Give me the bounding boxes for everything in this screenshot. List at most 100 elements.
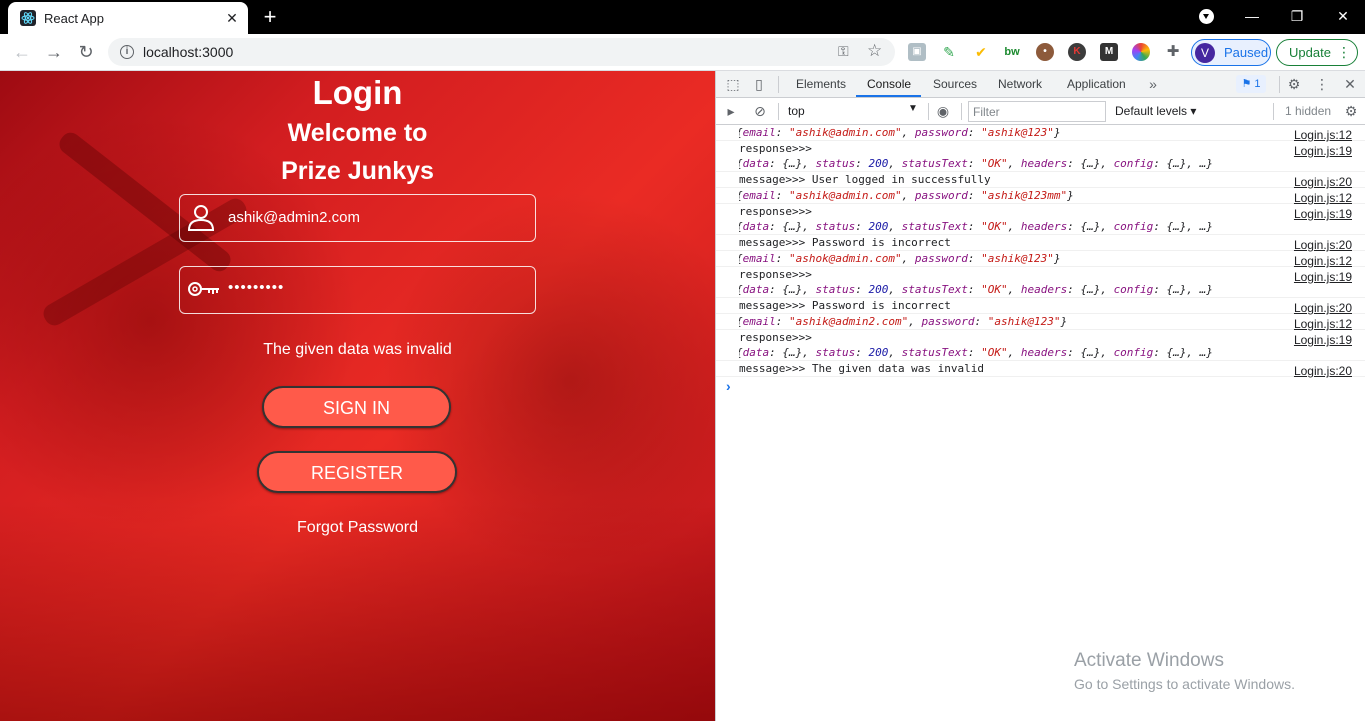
address-bar[interactable]: i localhost:3000 ⚿ ☆: [108, 38, 895, 66]
extensions-puzzle-icon[interactable]: ✚: [1164, 43, 1182, 61]
log-label: response>>>: [739, 205, 812, 218]
log-token: "OK": [981, 283, 1008, 296]
console-log-entry[interactable]: message>>> User logged in successfully Lo…: [716, 172, 1365, 189]
console-log-entry[interactable]: message>>> The given data was invalid Log…: [716, 361, 1365, 378]
log-source-link[interactable]: Login.js:20: [1294, 301, 1352, 315]
log-object-preview[interactable]: {data: {…}, status: 200, statusText: "OK…: [739, 282, 1259, 297]
email-value[interactable]: ashik@admin2.com: [228, 209, 360, 226]
log-token: password: [914, 126, 968, 139]
profile-paused-button[interactable]: V Paused: [1191, 39, 1271, 66]
password-field[interactable]: •••••••••: [179, 266, 536, 314]
password-key-icon[interactable]: ⚿: [838, 43, 849, 60]
log-label: message>>> Password is incorrect: [739, 236, 951, 249]
register-button[interactable]: REGISTER: [257, 451, 457, 493]
log-source-link[interactable]: Login.js:12: [1294, 254, 1352, 268]
extension-bw-icon[interactable]: bw: [1003, 43, 1021, 61]
extension-cookie-icon[interactable]: •: [1036, 43, 1054, 61]
log-source-link[interactable]: Login.js:12: [1294, 317, 1352, 331]
back-icon[interactable]: ←: [10, 40, 34, 64]
console-log-entry[interactable]: response>>>{data: {…}, status: 200, stat…: [716, 141, 1365, 172]
extension-m-icon[interactable]: M: [1100, 43, 1118, 61]
console-log-entry[interactable]: message>>> Password is incorrect Login.js…: [716, 298, 1365, 315]
console-log-entry[interactable]: {email: "ashik@admin.com", password: "as…: [716, 188, 1365, 205]
log-object-preview[interactable]: {data: {…}, status: 200, statusText: "OK…: [739, 345, 1259, 360]
reload-icon[interactable]: ↻: [74, 40, 98, 64]
log-object-preview[interactable]: {email: "ashok@admin.com", password: "as…: [739, 251, 1259, 266]
log-source-link[interactable]: Login.js:20: [1294, 238, 1352, 252]
log-levels-dropdown[interactable]: Default levels ▾: [1115, 104, 1196, 118]
email-field[interactable]: ashik@admin2.com: [179, 194, 536, 242]
log-token: : {…},: [769, 283, 816, 296]
log-object-preview[interactable]: {email: "ashik@admin.com", password: "as…: [739, 188, 1259, 203]
log-token: data: [742, 283, 770, 296]
minimize-icon[interactable]: —: [1237, 4, 1267, 28]
console-log-entry[interactable]: {email: "ashik@admin.com", password: "as…: [716, 125, 1365, 142]
devtools-menu-icon[interactable]: ⋮: [1314, 76, 1330, 92]
log-object-preview[interactable]: {email: "ashik@admin.com", password: "as…: [739, 125, 1259, 140]
extension-user-icon[interactable]: ▣: [908, 43, 926, 61]
sign-in-button[interactable]: SIGN IN: [262, 386, 451, 428]
tab-network[interactable]: Network: [998, 77, 1042, 91]
forgot-password-link[interactable]: Forgot Password: [0, 519, 715, 537]
extension-color-wheel-icon[interactable]: [1132, 43, 1150, 61]
new-tab-icon[interactable]: +: [258, 5, 282, 29]
sidebar-toggle-icon[interactable]: ▸: [723, 103, 739, 119]
log-source-link[interactable]: Login.js:19: [1294, 144, 1352, 158]
log-token: }: [1053, 252, 1061, 265]
log-source-link[interactable]: Login.js:20: [1294, 364, 1352, 378]
tab-console[interactable]: Console: [867, 77, 911, 91]
window-close-icon[interactable]: ✕: [1328, 4, 1358, 28]
context-selector[interactable]: top: [788, 104, 918, 118]
site-info-icon[interactable]: i: [120, 45, 134, 59]
log-source-link[interactable]: Login.js:20: [1294, 175, 1352, 189]
log-source-link[interactable]: Login.js:19: [1294, 333, 1352, 347]
tab-sources[interactable]: Sources: [933, 77, 977, 91]
issues-badge[interactable]: ⚑ 1: [1236, 75, 1266, 93]
restore-icon[interactable]: ❐: [1282, 4, 1312, 28]
tab-close-icon[interactable]: ✕: [220, 10, 244, 27]
more-tabs-icon[interactable]: »: [1145, 76, 1161, 92]
log-object-preview[interactable]: {email: "ashik@admin2.com", password: "a…: [739, 314, 1259, 329]
extension-leaf-icon[interactable]: ✎: [940, 43, 958, 61]
update-button[interactable]: Update ⋮: [1276, 39, 1358, 66]
console-log-entry[interactable]: {email: "ashok@admin.com", password: "as…: [716, 251, 1365, 268]
tab-search-icon[interactable]: [1199, 9, 1214, 24]
log-source-link[interactable]: Login.js:19: [1294, 207, 1352, 221]
console-log-entry[interactable]: message>>> Password is incorrect Login.js…: [716, 235, 1365, 252]
bookmark-star-icon[interactable]: ☆: [867, 41, 882, 61]
settings-gear-icon[interactable]: ⚙: [1286, 76, 1302, 92]
log-object-preview[interactable]: {data: {…}, status: 200, statusText: "OK…: [739, 156, 1259, 171]
console-log-entry[interactable]: {email: "ashik@admin2.com", password: "a…: [716, 314, 1365, 331]
log-token: 200: [868, 220, 889, 233]
log-object-preview[interactable]: {data: {…}, status: 200, statusText: "OK…: [739, 219, 1259, 234]
log-source-link[interactable]: Login.js:19: [1294, 270, 1352, 284]
device-toolbar-icon[interactable]: ▯: [751, 76, 767, 92]
url-text[interactable]: localhost:3000: [143, 44, 233, 60]
log-source-link[interactable]: Login.js:12: [1294, 191, 1352, 205]
inspect-element-icon[interactable]: ⬚: [725, 76, 741, 92]
console-settings-gear-icon[interactable]: ⚙: [1343, 103, 1359, 119]
forward-icon[interactable]: →: [42, 40, 66, 64]
log-source-link[interactable]: Login.js:12: [1294, 128, 1352, 142]
tab-elements[interactable]: Elements: [796, 77, 846, 91]
console-filter-input[interactable]: Filter: [968, 101, 1106, 122]
close-devtools-icon[interactable]: ✕: [1342, 76, 1358, 92]
kebab-menu-icon[interactable]: ⋮: [1337, 44, 1351, 61]
console-log-entry[interactable]: response>>>{data: {…}, status: 200, stat…: [716, 204, 1365, 235]
log-token: :: [967, 283, 982, 296]
console-log-entry[interactable]: response>>>{data: {…}, status: 200, stat…: [716, 330, 1365, 361]
log-token: email: [742, 252, 776, 265]
log-token: config: [1113, 346, 1154, 359]
extension-k-icon[interactable]: K: [1068, 43, 1086, 61]
eye-icon[interactable]: ◉: [935, 103, 951, 119]
password-value[interactable]: •••••••••: [228, 279, 284, 296]
extension-check-icon[interactable]: ✔: [972, 43, 990, 61]
clear-console-icon[interactable]: ⊘: [752, 103, 768, 119]
log-token: "ashik@admin2.com": [789, 315, 909, 328]
console-prompt-icon[interactable]: ›: [716, 377, 1365, 397]
chevron-down-icon[interactable]: ▼: [908, 103, 918, 114]
tab-application[interactable]: Application: [1067, 77, 1126, 91]
log-token: "ashik@123": [981, 252, 1054, 265]
browser-tab[interactable]: React App ✕: [8, 2, 248, 34]
console-log-entry[interactable]: response>>>{data: {…}, status: 200, stat…: [716, 267, 1365, 298]
